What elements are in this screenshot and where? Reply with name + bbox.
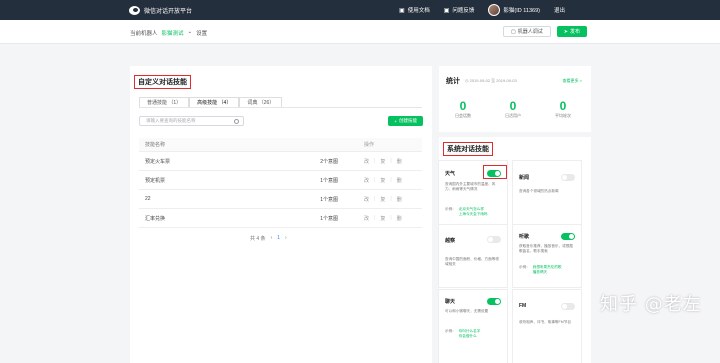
top-right-actions: ▣ 使用文档 ▣ 问题反馈 影猫(ID 11369) 退出 xyxy=(399,0,565,20)
daily-conversations-stat: 0 日会话数 xyxy=(455,99,471,118)
avatar xyxy=(488,4,501,16)
intent-count: 1个意图 xyxy=(320,177,338,184)
search-icon xyxy=(234,118,239,124)
delete-icon[interactable]: 删 xyxy=(397,196,402,203)
publish-button[interactable]: ➤ 发布 xyxy=(556,26,587,37)
chat-toggle[interactable] xyxy=(487,298,501,305)
copy-icon[interactable]: 复 xyxy=(380,215,385,222)
skills-table: 技能名称 操作 预定火车票 2个意图 改 | 复 | 删 预定机票 1个意图 改 | 复 | 删… xyxy=(139,138,422,228)
system-skills-title: 系统对话技能 xyxy=(443,142,493,156)
edit-icon[interactable]: 改 xyxy=(364,177,369,184)
plus-icon: + xyxy=(394,118,397,124)
edit-icon[interactable]: 改 xyxy=(364,215,369,222)
skill-name[interactable]: 预定机票 xyxy=(139,177,289,184)
news-toggle[interactable] xyxy=(561,174,575,181)
current-bot-name[interactable]: 影猫测试 xyxy=(162,29,184,37)
skill-card-flight: 越察 查询中国的面积、价格、方面等领域相关 xyxy=(439,225,507,287)
logo-icon xyxy=(129,5,140,15)
pagination: 共 4 条 ‹ 1 › xyxy=(250,235,287,242)
statistics-card: 统计 ◷ 2019-09-02 至 2019-09-03 查看更多 > 0 日会话… xyxy=(439,66,591,132)
system-skills-panel: 系统对话技能 天气 查询国内外主要城市的温度、风力、雨雨等天气情况 示例： 北京天… xyxy=(439,137,591,363)
skill-card-fm: FM 收听相声、评书、故事等FM节目 xyxy=(513,290,581,363)
table-row[interactable]: 22 1个意图 改 | 复 | 删 xyxy=(139,190,422,209)
fm-toggle[interactable] xyxy=(561,303,575,310)
flight-toggle[interactable] xyxy=(487,236,501,243)
average-turns-stat: 0 平均轮次 xyxy=(555,99,571,118)
user-profile[interactable]: 影猫(ID 11369) xyxy=(488,4,540,16)
skill-search-input[interactable]: 请输入要查询的技能名称 xyxy=(139,116,244,126)
edit-icon[interactable]: 改 xyxy=(364,196,369,203)
message-icon: ▣ xyxy=(443,7,450,14)
send-icon: ➤ xyxy=(563,28,568,35)
intent-count: 2个意图 xyxy=(320,158,338,165)
current-page[interactable]: 1 xyxy=(277,235,280,242)
watermark: 知乎 @老左 xyxy=(600,294,702,315)
brand-name: 微信对话开放平台 xyxy=(144,8,193,15)
daily-active-users-stat: 0 日活用户 xyxy=(505,99,521,118)
copy-icon[interactable]: 复 xyxy=(380,196,385,203)
previous-page-icon[interactable]: ‹ xyxy=(271,235,273,242)
table-row[interactable]: 预定火车票 2个意图 改 | 复 | 删 xyxy=(139,152,422,171)
logout-link[interactable]: 退出 xyxy=(554,6,565,14)
chevron-down-icon: ⌄ xyxy=(187,29,193,35)
column-skill-name: 技能名称 xyxy=(145,142,166,148)
copy-icon[interactable]: 复 xyxy=(380,158,385,165)
skill-card-chat: 聊天 可以和小微聊天，无需设置 示例： 你叫什么名字 你会做什么 xyxy=(439,290,507,363)
column-actions: 操作 xyxy=(364,142,375,148)
feedback-link[interactable]: ▣ 问题反馈 xyxy=(443,6,475,15)
skill-name[interactable]: 汇率兑换 xyxy=(139,215,289,222)
tab-divider xyxy=(139,107,422,108)
documentation-link[interactable]: ▣ 使用文档 xyxy=(399,6,430,15)
document-icon: ▣ xyxy=(399,7,405,14)
bot-actions: ▢ 机器人调试 ➤ 发布 xyxy=(503,26,587,37)
breadcrumb: 当前机器人 影猫测试 ⌄ 设置 xyxy=(130,29,208,37)
table-row[interactable]: 汇率兑换 1个意图 改 | 复 | 删 xyxy=(139,209,422,228)
skill-name[interactable]: 22 xyxy=(139,196,289,202)
intent-count: 1个意图 xyxy=(320,215,338,222)
copy-icon[interactable]: 复 xyxy=(380,177,385,184)
top-navigation-bar: 微信对话开放平台 ▣ 使用文档 ▣ 问题反馈 影猫(ID 11369) 退出 xyxy=(0,0,720,20)
create-skill-button[interactable]: + 创建技能 xyxy=(388,116,423,126)
music-toggle[interactable] xyxy=(561,233,575,240)
custom-skills-panel: 自定义对话技能 普通技能 （1） 高级技能 （4） 词典 （26） 请输入要查询… xyxy=(130,66,432,363)
table-header: 技能名称 操作 xyxy=(139,138,422,152)
skill-card-music: 听歌 获取音乐推荐，播放音乐，或根据歌曲名、歌手搜索 示例： 我想听周杰伦的歌 播放… xyxy=(513,225,581,287)
view-more-link[interactable]: 查看更多 > xyxy=(563,78,582,84)
bot-test-button[interactable]: ▢ 机器人调试 xyxy=(503,26,551,37)
table-row[interactable]: 预定机票 1个意图 改 | 复 | 删 xyxy=(139,171,422,190)
delete-icon[interactable]: 删 xyxy=(397,177,402,184)
breadcrumb-bar: 当前机器人 影猫测试 ⌄ 设置 ▢ 机器人调试 ➤ 发布 xyxy=(0,20,720,44)
highlight-box xyxy=(483,165,507,179)
brand-logo[interactable]: 微信对话开放平台 xyxy=(129,5,193,15)
skill-name[interactable]: 预定火车票 xyxy=(139,158,289,165)
total-count: 共 4 条 xyxy=(250,236,266,242)
statistics-date-range: ◷ 2019-09-02 至 2019-09-03 xyxy=(465,78,517,83)
custom-skills-title: 自定义对话技能 xyxy=(134,75,191,89)
delete-icon[interactable]: 删 xyxy=(397,158,402,165)
next-page-icon[interactable]: › xyxy=(285,235,287,242)
delete-icon[interactable]: 删 xyxy=(397,215,402,222)
edit-icon[interactable]: 改 xyxy=(364,158,369,165)
chat-icon: ▢ xyxy=(511,28,516,35)
statistics-title: 统计 xyxy=(446,78,460,85)
intent-count: 1个意图 xyxy=(320,196,338,203)
